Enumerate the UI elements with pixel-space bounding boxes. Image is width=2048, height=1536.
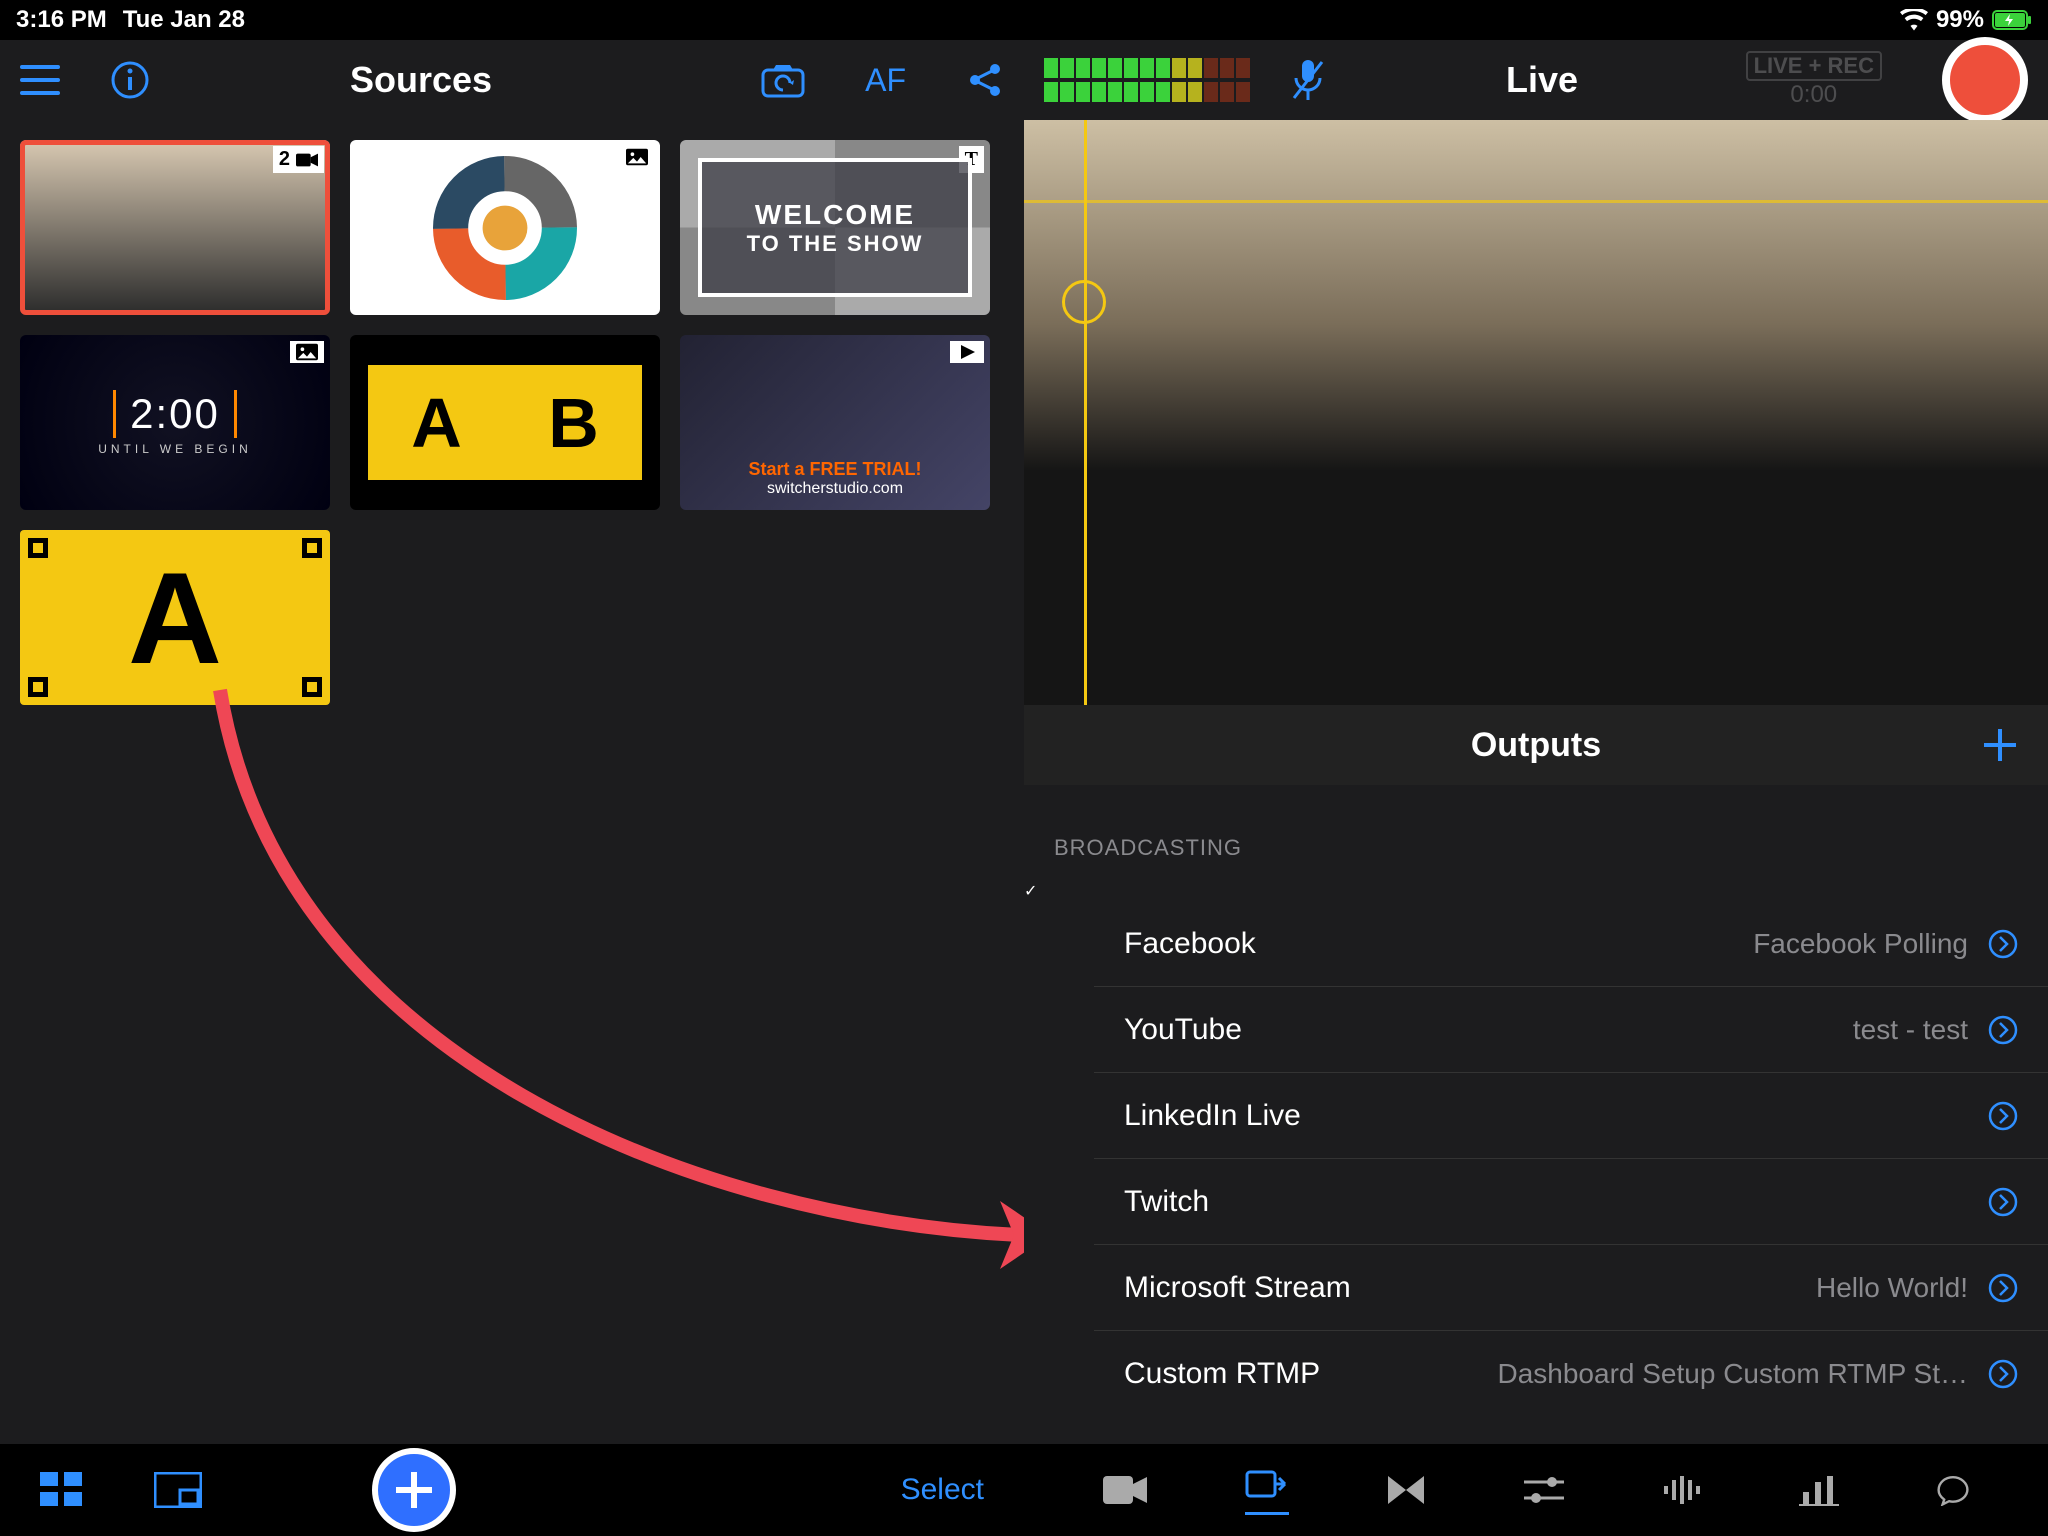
live-header: Live LIVE + REC 0:00 — [1024, 40, 2048, 120]
output-row-custom-rtmp[interactable]: Custom RTMP Dashboard Setup Custom RTMP … — [1094, 1331, 2048, 1417]
sources-title: Sources — [350, 59, 492, 101]
autofocus-button[interactable]: AF — [865, 62, 906, 99]
source-tile-camera[interactable]: 2 — [20, 140, 330, 315]
status-battery-pct: 99% — [1936, 6, 1984, 34]
grid-view-icon[interactable] — [40, 1472, 84, 1508]
live-preview[interactable] — [1024, 120, 2048, 705]
info-icon[interactable] — [110, 60, 150, 100]
camera-flip-icon[interactable] — [761, 62, 805, 98]
tab-outputs-icon[interactable] — [1245, 1466, 1289, 1515]
output-row-linkedin[interactable]: LinkedIn Live — [1094, 1073, 2048, 1159]
output-row-microsoft-stream[interactable]: Microsoft Stream Hello World! — [1094, 1245, 2048, 1331]
live-pane: Live LIVE + REC 0:00 Outputs BROADCASTIN… — [1024, 40, 2048, 1536]
check-icon: ✓ — [1024, 883, 1037, 900]
tab-audio-icon[interactable] — [1662, 1474, 1702, 1506]
sources-grid: 2 T WELCO — [0, 120, 1024, 725]
source-tile-infographic[interactable] — [350, 140, 660, 315]
outputs-header: Outputs — [1024, 705, 2048, 785]
mic-mute-icon[interactable] — [1290, 58, 1326, 102]
output-row-youtube[interactable]: YouTube test - test — [1094, 987, 2048, 1073]
chevron-right-icon — [1988, 929, 2018, 959]
source-tile-a-overlay[interactable]: A — [20, 530, 330, 705]
status-bar: 3:16 PM Tue Jan 28 99% — [0, 0, 2048, 40]
sources-footer: Select — [0, 1444, 1024, 1536]
tab-analytics-icon[interactable] — [1799, 1474, 1839, 1506]
layout-view-icon[interactable] — [154, 1472, 202, 1508]
chevron-right-icon — [1988, 1101, 2018, 1131]
record-button[interactable] — [1942, 37, 2028, 123]
tile-badge-camera-count: 2 — [273, 146, 324, 173]
add-source-button[interactable] — [372, 1448, 456, 1532]
output-row-twitch[interactable]: Twitch — [1094, 1159, 2048, 1245]
battery-icon — [1992, 10, 2032, 30]
live-rec-indicator: LIVE + REC 0:00 — [1746, 51, 1882, 109]
audio-meter — [1044, 58, 1250, 102]
menu-icon[interactable] — [20, 65, 60, 95]
source-tile-ab-multiview[interactable]: A B — [350, 335, 660, 510]
source-tile-promo-video[interactable]: Start a FREE TRIAL! switcherstudio.com — [680, 335, 990, 510]
source-tile-welcome-title[interactable]: T WELCOME TO THE SHOW — [680, 140, 990, 315]
status-date: Tue Jan 28 — [123, 6, 245, 34]
share-icon[interactable] — [966, 61, 1004, 99]
sources-header: Sources AF — [0, 40, 1024, 120]
video-type-icon — [950, 341, 984, 363]
tab-chat-icon[interactable] — [1937, 1474, 1969, 1506]
live-title: Live — [1506, 59, 1578, 101]
add-output-button[interactable] — [1982, 727, 2018, 763]
chevron-right-icon — [1988, 1187, 2018, 1217]
tab-sliders-icon[interactable] — [1524, 1474, 1564, 1506]
outputs-title: Outputs — [1471, 726, 1601, 765]
chevron-right-icon — [1988, 1015, 2018, 1045]
image-type-icon — [620, 146, 654, 168]
status-time: 3:16 PM — [16, 6, 107, 34]
output-row-facebook[interactable]: Facebook Facebook Polling — [1094, 901, 2048, 987]
source-tile-countdown[interactable]: 2:00 UNTIL WE BEGIN — [20, 335, 330, 510]
select-button[interactable]: Select — [901, 1473, 984, 1507]
tab-transition-icon[interactable] — [1386, 1474, 1426, 1506]
outputs-list: ✓ Facebook Facebook Polling YouTube test… — [1024, 881, 2048, 1417]
live-footer-tabs — [1024, 1444, 2048, 1536]
sources-pane: Sources AF 2 — [0, 40, 1024, 1536]
wifi-icon — [1900, 9, 1928, 31]
chevron-right-icon — [1988, 1359, 2018, 1389]
broadcasting-section-label: BROADCASTING — [1024, 785, 2048, 881]
chevron-right-icon — [1988, 1273, 2018, 1303]
tab-camera-icon[interactable] — [1103, 1474, 1147, 1506]
